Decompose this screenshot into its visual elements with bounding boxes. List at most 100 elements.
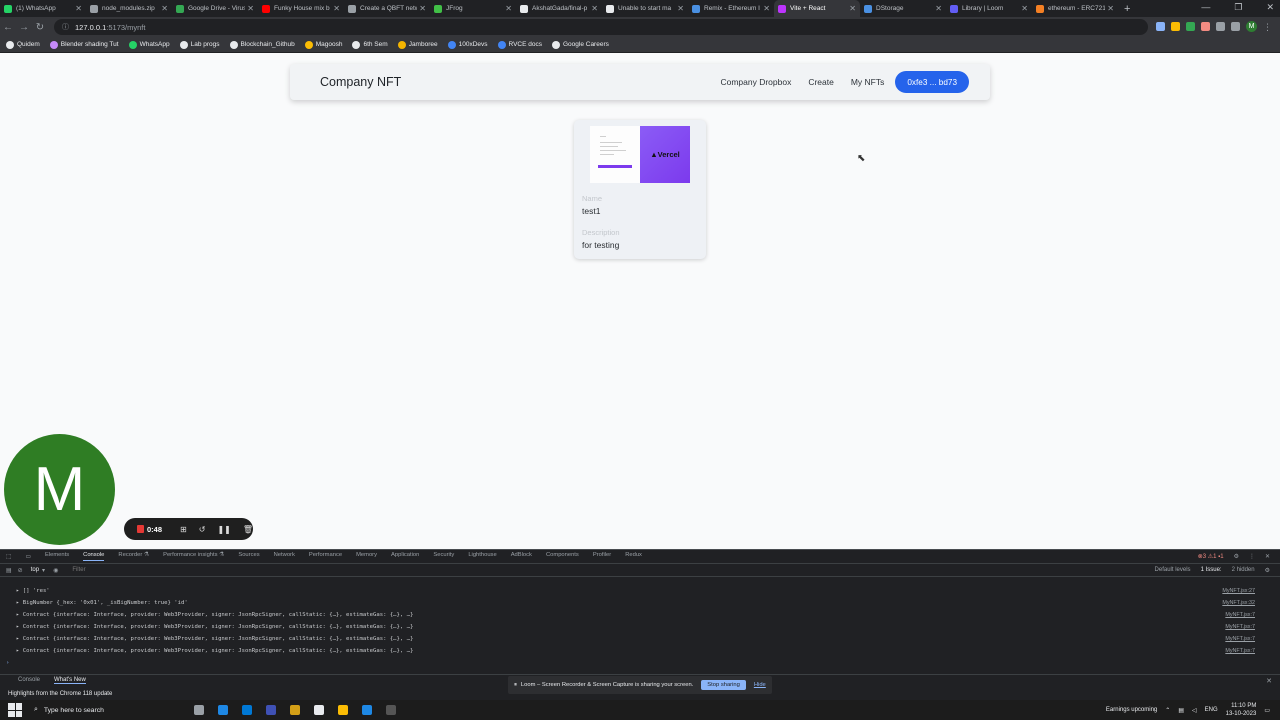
browser-tab[interactable]: Create a QBFT netw ✕ xyxy=(344,0,430,17)
stop-recording-icon[interactable] xyxy=(137,525,145,533)
clock[interactable]: 11:10 PM 13-10-2023 xyxy=(1226,702,1257,718)
media-icon[interactable] xyxy=(266,705,276,715)
browser-tab[interactable]: Unable to start ma ✕ xyxy=(602,0,688,17)
task-view-icon[interactable] xyxy=(194,705,204,715)
nav-my-nfts[interactable]: My NFTs xyxy=(851,77,885,87)
bookmark-item[interactable]: Lab progs xyxy=(179,40,220,49)
console-source-link[interactable]: MyNFT.jsx:27 xyxy=(1222,588,1255,594)
browser-tab[interactable]: Google Drive - Virus scan✕ xyxy=(172,0,258,17)
tab-close-icon[interactable]: ✕ xyxy=(247,4,254,13)
restart-icon[interactable]: ↺ xyxy=(199,525,206,534)
tab-close-icon[interactable]: ✕ xyxy=(1021,4,1028,13)
bookmark-item[interactable]: Jamboree xyxy=(397,40,438,49)
drawer-tab[interactable]: Console xyxy=(18,677,40,684)
trash-icon[interactable]: 🗑 xyxy=(243,525,253,534)
log-levels-select[interactable]: Default levels xyxy=(1155,567,1191,574)
extensions-puzzle-icon[interactable] xyxy=(1216,22,1225,31)
site-info-icon[interactable]: ⓘ xyxy=(62,22,69,32)
tab-close-icon[interactable]: ✕ xyxy=(161,4,168,13)
tray-chevron-icon[interactable]: ⌃ xyxy=(1165,707,1170,714)
wallet-address-button[interactable]: 0xfe3 ... bd73 xyxy=(895,71,969,93)
devtools-tab[interactable]: Security xyxy=(433,552,454,561)
notion-icon[interactable] xyxy=(314,705,324,715)
weather-widget[interactable]: Earnings upcoming xyxy=(1106,707,1157,713)
devtools-tab[interactable]: Redux xyxy=(625,552,642,561)
devtools-tab[interactable]: Sources xyxy=(238,552,259,561)
devtools-tab[interactable]: Lighthouse xyxy=(468,552,496,561)
browser-menu-icon[interactable]: ⋮ xyxy=(1263,22,1272,32)
nav-company-dropbox[interactable]: Company Dropbox xyxy=(720,77,791,87)
console-source-link[interactable]: MyNFT.jsx:32 xyxy=(1222,600,1255,606)
devtools-tab[interactable]: Memory xyxy=(356,552,377,561)
devtools-tab[interactable]: Console xyxy=(83,552,105,561)
close-drawer-icon[interactable]: ✕ xyxy=(1266,677,1272,685)
hide-banner-link[interactable]: Hide xyxy=(754,682,766,688)
grid-icon[interactable]: ⊞ xyxy=(180,525,187,534)
reload-icon[interactable]: ↻ xyxy=(32,22,48,33)
bookmark-item[interactable]: Blender shading Tut xyxy=(49,40,119,49)
context-select[interactable]: top xyxy=(31,567,39,573)
forward-icon[interactable]: → xyxy=(16,22,32,33)
tab-close-icon[interactable]: ✕ xyxy=(505,4,512,13)
devtools-tab[interactable]: Performance insights ⚗ xyxy=(163,552,224,561)
devtools-tab[interactable]: Recorder ⚗ xyxy=(118,552,149,561)
console-source-link[interactable]: MyNFT.jsx:7 xyxy=(1225,636,1255,642)
edge-icon[interactable] xyxy=(218,705,228,715)
sidepanel-icon[interactable] xyxy=(1231,22,1240,31)
extension-icon[interactable] xyxy=(1186,22,1195,31)
mail-icon[interactable] xyxy=(242,705,252,715)
console-log-row[interactable]: ▸ [] 'res' xyxy=(16,588,50,594)
tab-close-icon[interactable]: ✕ xyxy=(419,4,426,13)
error-warning-counts[interactable]: ⊗3 ⚠1 ▪1 xyxy=(1198,553,1224,560)
browser-tab[interactable]: Funky House mix b ✕ xyxy=(258,0,344,17)
volume-icon[interactable]: ◁ xyxy=(1192,707,1197,714)
profile-avatar[interactable]: M xyxy=(1246,21,1257,32)
minimize-icon[interactable]: — xyxy=(1201,2,1210,13)
tab-close-icon[interactable]: ✕ xyxy=(75,4,82,13)
vscode-icon[interactable] xyxy=(362,705,372,715)
inspect-icon[interactable]: ⬚ xyxy=(6,554,11,560)
devtools-tab[interactable]: Components xyxy=(546,552,579,561)
windows-start-icon[interactable] xyxy=(8,703,22,717)
devtools-tab[interactable]: AdBlock xyxy=(511,552,532,561)
clear-console-icon[interactable]: ⊘ xyxy=(18,567,23,574)
devtools-tab[interactable]: Application xyxy=(391,552,419,561)
notifications-icon[interactable]: ▭ xyxy=(1264,707,1270,714)
sidebar-toggle-icon[interactable]: ▤ xyxy=(6,567,12,574)
bookmark-item[interactable]: Google Careers xyxy=(551,40,609,49)
back-icon[interactable]: ← xyxy=(0,22,16,33)
console-log-row[interactable]: ▸ Contract {interface: Interface, provid… xyxy=(16,636,413,642)
close-devtools-icon[interactable]: ✕ xyxy=(1265,553,1270,560)
url-field[interactable]: ⓘ 127.0.0.1:5173/mynft xyxy=(54,19,1148,35)
console-log-row[interactable]: ▸ Contract {interface: Interface, provid… xyxy=(16,612,413,618)
language-indicator[interactable]: ENG xyxy=(1205,707,1218,713)
pause-icon[interactable]: ❚❚ xyxy=(217,525,230,534)
more-icon[interactable]: ⋮ xyxy=(1249,553,1255,560)
nav-create[interactable]: Create xyxy=(808,77,834,87)
console-source-link[interactable]: MyNFT.jsx:7 xyxy=(1225,612,1255,618)
console-source-link[interactable]: MyNFT.jsx:7 xyxy=(1225,648,1255,654)
browser-tab[interactable]: DStorage ✕ xyxy=(860,0,946,17)
new-tab-icon[interactable]: + xyxy=(1124,3,1130,15)
console-filter-input[interactable]: Filter xyxy=(72,567,192,573)
console-settings-icon[interactable]: ⚙ xyxy=(1265,567,1270,574)
bookmark-item[interactable]: RVCE docs xyxy=(497,40,542,49)
file-explorer-icon[interactable] xyxy=(290,705,300,715)
device-toggle-icon[interactable]: ▭ xyxy=(25,554,30,560)
devtools-tab[interactable]: Profiler xyxy=(593,552,611,561)
browser-tab[interactable]: Vite + React ✕ xyxy=(774,0,860,17)
bookmark-item[interactable]: Blockchain_Github xyxy=(229,40,295,49)
tab-close-icon[interactable]: ✕ xyxy=(763,4,770,13)
maximize-icon[interactable]: ❐ xyxy=(1234,2,1242,13)
tab-close-icon[interactable]: ✕ xyxy=(935,4,942,13)
brand-title[interactable]: Company NFT xyxy=(320,75,401,89)
bookmark-item[interactable]: 6th Sem xyxy=(352,40,388,49)
bookmark-item[interactable]: Quidem xyxy=(6,40,40,49)
console-log-row[interactable]: ▸ Contract {interface: Interface, provid… xyxy=(16,648,413,654)
console-log-row[interactable]: ▸ Contract {interface: Interface, provid… xyxy=(16,624,413,630)
nft-card[interactable]: ▲Vercel Name test1 Description for testi… xyxy=(574,120,706,259)
console-log-row[interactable]: ▸ BigNumber {_hex: '0x01', _isBigNumber:… xyxy=(16,600,188,606)
browser-tab[interactable]: Library | Loom ✕ xyxy=(946,0,1032,17)
devtools-tab[interactable]: Performance xyxy=(309,552,342,561)
tab-close-icon[interactable]: ✕ xyxy=(591,4,598,13)
